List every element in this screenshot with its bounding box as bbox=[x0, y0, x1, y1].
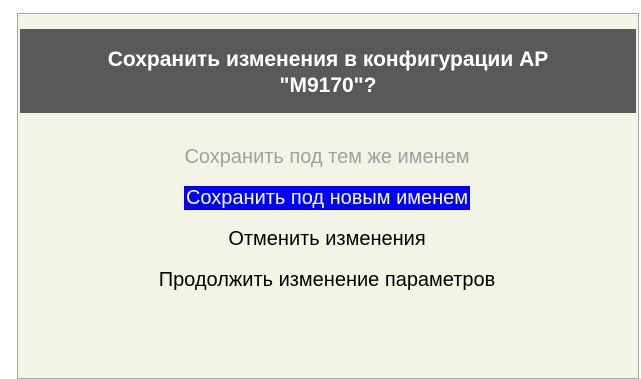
menu-item-continue-editing[interactable]: Продолжить изменение параметров bbox=[18, 268, 636, 292]
dialog-title-line-2: "M9170"? bbox=[279, 74, 377, 97]
save-changes-dialog: Сохранить изменения в конфигурации АР "M… bbox=[17, 13, 639, 379]
menu-item-save-same-name-label: Сохранить под тем же именем bbox=[184, 146, 470, 168]
menu-item-save-new-name-label[interactable]: Сохранить под новым именем bbox=[183, 186, 471, 210]
menu-item-continue-editing-label[interactable]: Продолжить изменение параметров bbox=[157, 268, 498, 292]
dialog-title-line-1: Сохранить изменения в конфигурации АР bbox=[107, 48, 549, 71]
options-menu: Сохранить под тем же именем Сохранить по… bbox=[18, 145, 636, 309]
dialog-title-bar: Сохранить изменения в конфигурации АР "M… bbox=[20, 29, 636, 113]
menu-item-save-new-name[interactable]: Сохранить под новым именем bbox=[18, 186, 636, 210]
menu-item-discard-changes[interactable]: Отменить изменения bbox=[18, 227, 636, 251]
menu-item-save-same-name: Сохранить под тем же именем bbox=[18, 145, 636, 169]
screen: Сохранить изменения в конфигурации АР "M… bbox=[0, 0, 641, 379]
menu-item-discard-changes-label[interactable]: Отменить изменения bbox=[226, 227, 427, 251]
